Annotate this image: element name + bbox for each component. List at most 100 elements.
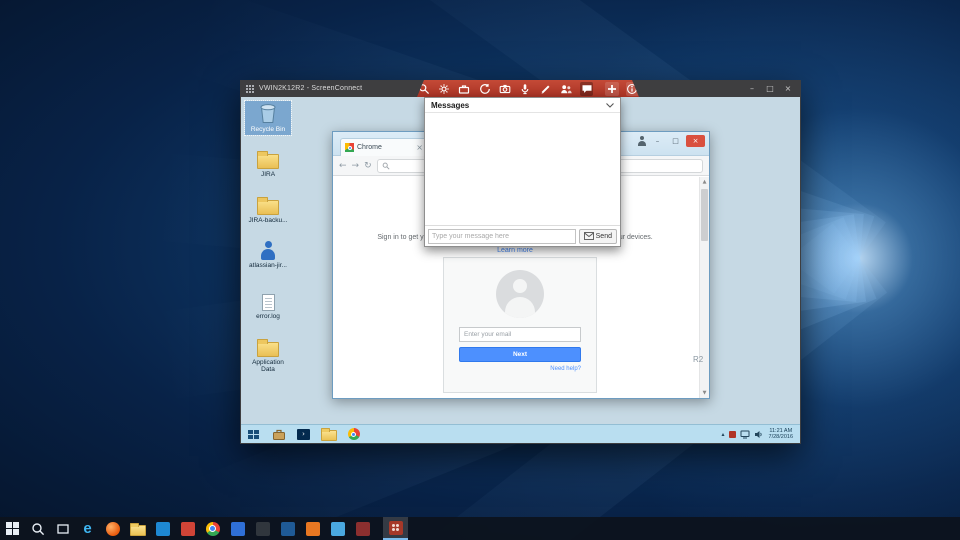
toolbar-screenshot-icon[interactable] <box>498 82 511 96</box>
screenconnect-logo-icon <box>246 84 254 93</box>
desktop-icon-jira-backup[interactable]: JIRA-backu... <box>245 193 291 226</box>
profile-icon[interactable] <box>637 136 647 146</box>
window-minimize-button[interactable]: – <box>745 81 759 96</box>
start-button[interactable] <box>0 517 25 540</box>
tray-screenconnect-icon[interactable] <box>728 430 736 438</box>
remote-start-button[interactable] <box>241 425 266 444</box>
collapse-chevron-icon[interactable] <box>606 102 614 108</box>
taskbar-store-icon[interactable] <box>150 517 175 540</box>
forward-icon[interactable]: → <box>352 161 360 171</box>
folder-icon <box>257 197 279 215</box>
search-icon <box>31 522 44 535</box>
powershell-icon: › <box>297 428 310 440</box>
avatar <box>496 270 544 318</box>
send-button[interactable]: Send <box>578 228 617 244</box>
chrome-icon <box>347 428 360 440</box>
document-icon <box>261 294 275 311</box>
toolbar-settings-icon[interactable] <box>437 82 450 96</box>
atlassian-person-icon <box>259 241 277 260</box>
need-help-link[interactable]: Need help? <box>459 366 581 372</box>
host-taskbar: e <box>0 517 960 540</box>
windows-logo-icon <box>248 429 259 439</box>
taskbar-app-orange-icon[interactable] <box>300 517 325 540</box>
window-title: VWIN2K12R2 - ScreenConnect <box>259 85 363 92</box>
scrollbar-thumb[interactable] <box>701 189 708 241</box>
desktop-icon-error-log[interactable]: error.log <box>245 290 291 322</box>
speaker-icon[interactable] <box>754 430 763 439</box>
search-icon <box>382 162 390 170</box>
next-button[interactable]: Next <box>459 347 581 362</box>
email-field[interactable] <box>459 327 581 342</box>
app-maroon-icon <box>355 521 370 536</box>
desktop-icon-application-data[interactable]: Application Data <box>245 335 291 375</box>
messages-list <box>425 113 620 225</box>
desktop-icon-recycle-bin[interactable]: Recycle Bin <box>244 100 292 136</box>
window-maximize-button[interactable]: □ <box>763 81 777 96</box>
toolbar-toolbox-icon[interactable] <box>458 82 471 96</box>
server-watermark: R2 <box>693 355 704 364</box>
desktop-icon-label: Application Data <box>252 359 284 373</box>
desktop-icon-label: JIRA-backu... <box>248 217 288 224</box>
message-input[interactable] <box>428 228 576 244</box>
toolbar-reconnect-icon[interactable] <box>478 82 491 96</box>
taskbar-app-maroon-icon[interactable] <box>350 517 375 540</box>
desktop-icon-label: Recycle Bin <box>250 126 286 133</box>
taskbar-app-blue-icon[interactable] <box>225 517 250 540</box>
network-icon[interactable] <box>740 430 750 439</box>
task-view-button[interactable] <box>50 517 75 540</box>
learn-more-link[interactable]: Learn more <box>333 247 697 254</box>
remote-chrome-icon[interactable] <box>341 425 366 444</box>
browser-tab[interactable]: Chrome × <box>340 138 428 156</box>
app-orange-icon <box>305 521 320 536</box>
remote-system-tray: ▴ 11:21 AM 7/28/2016 <box>722 428 800 441</box>
chrome-close-button[interactable]: × <box>686 135 705 147</box>
taskbar-app-red-icon[interactable] <box>175 517 200 540</box>
toolbar-annotate-icon[interactable] <box>539 82 552 96</box>
scroll-down-icon[interactable]: ▼ <box>703 390 707 396</box>
search-button[interactable] <box>25 517 50 540</box>
toolbar-extras-add-icon[interactable] <box>605 81 619 96</box>
reload-icon[interactable]: ↻ <box>364 161 372 171</box>
toolbar-guests-icon[interactable] <box>560 82 573 96</box>
toolbar-audio-icon[interactable] <box>519 82 532 96</box>
folder-icon <box>257 151 279 169</box>
desktop-icon-label: JIRA <box>260 171 276 178</box>
taskbar-console-icon[interactable] <box>250 517 275 540</box>
signin-card: Next Need help? <box>443 257 597 393</box>
desktop-icon-jira[interactable]: JIRA <box>245 147 291 180</box>
store-icon <box>155 521 170 536</box>
chrome-maximize-button[interactable]: □ <box>668 135 683 147</box>
firefox-icon <box>105 521 120 536</box>
chrome-caption-buttons: – □ × <box>637 135 705 147</box>
desktop-icon-atlassian-jira[interactable]: atlassian-jir... <box>245 239 291 271</box>
taskbar-chrome-icon[interactable] <box>200 517 225 540</box>
envelope-icon <box>583 232 594 240</box>
remote-server-manager-icon[interactable] <box>266 425 291 444</box>
taskbar-firefox-icon[interactable] <box>100 517 125 540</box>
app-navy-icon <box>280 521 295 536</box>
console-icon <box>255 521 270 536</box>
taskbar-edge-icon[interactable]: e <box>75 517 100 540</box>
tab-close-icon[interactable]: × <box>416 143 423 152</box>
desktop-icon-label: atlassian-jir... <box>249 262 287 269</box>
window-caption-buttons: – □ × <box>745 81 795 96</box>
remote-clock[interactable]: 11:21 AM 7/28/2016 <box>767 428 797 441</box>
window-close-button[interactable]: × <box>781 81 795 96</box>
taskbar-app-sky-icon[interactable] <box>325 517 350 540</box>
chrome-minimize-button[interactable]: – <box>650 135 665 147</box>
taskbar-file-explorer-icon[interactable] <box>125 517 150 540</box>
taskbar-screenconnect-icon[interactable] <box>383 517 408 540</box>
back-icon[interactable]: ← <box>339 161 347 171</box>
taskbar-app-navy-icon[interactable] <box>275 517 300 540</box>
remote-powershell-icon[interactable]: › <box>291 425 316 444</box>
app-blue-icon <box>230 521 245 536</box>
messages-header: Messages <box>425 98 620 113</box>
toolbar-messages-icon[interactable] <box>579 81 594 96</box>
windows-logo-icon <box>6 522 19 535</box>
clock-date: 7/28/2016 <box>768 434 793 440</box>
remote-file-explorer-icon[interactable] <box>316 425 341 444</box>
tray-expand-icon[interactable]: ▴ <box>722 431 725 438</box>
scroll-up-icon[interactable]: ▲ <box>703 179 707 185</box>
messages-compose: Send <box>425 225 620 246</box>
task-view-icon <box>56 523 69 534</box>
